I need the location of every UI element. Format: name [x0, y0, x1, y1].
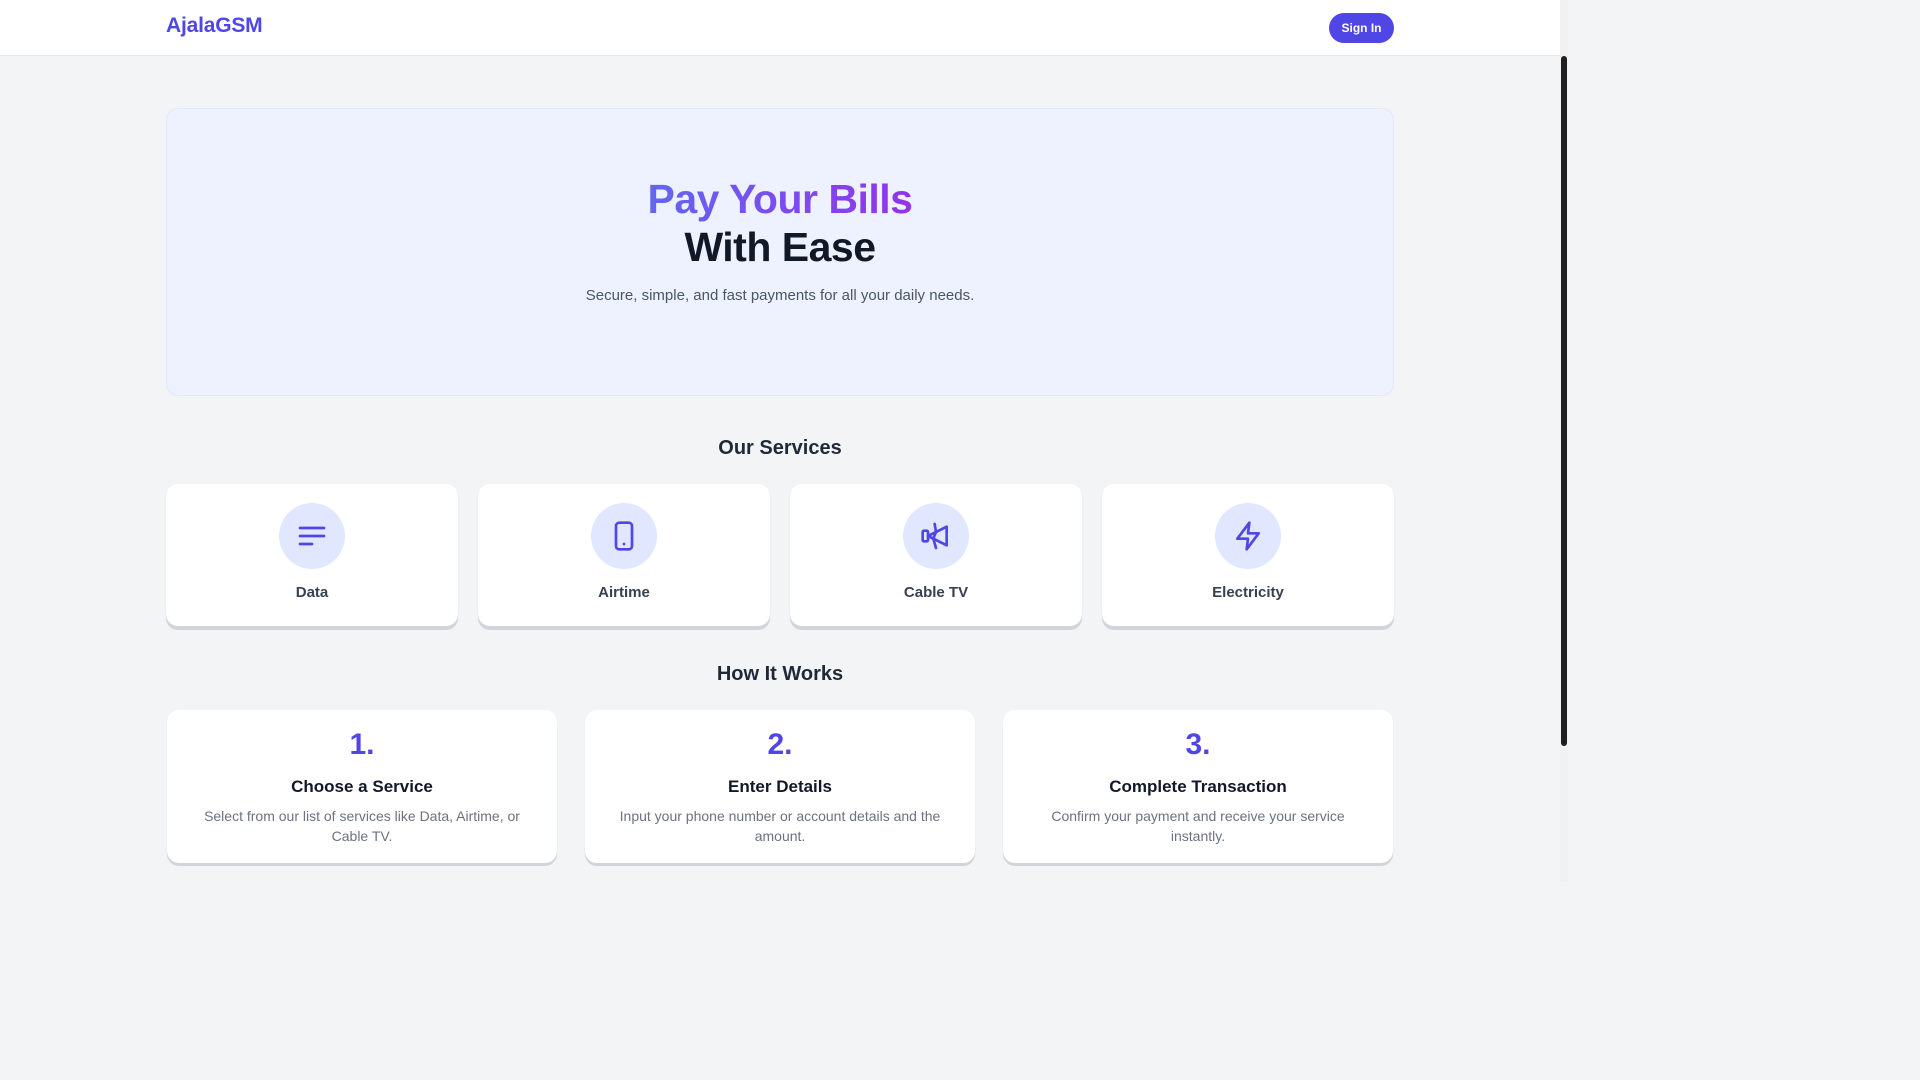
cable-tv-icon — [921, 522, 948, 550]
menu-lines-icon — [298, 526, 326, 546]
hero-title: With Ease — [684, 224, 876, 270]
step-title: Enter Details — [728, 777, 832, 796]
how-it-works-heading: How It Works — [716, 663, 844, 685]
hero-banner: Pay Your Bills With Ease Secure, simple,… — [166, 108, 1394, 396]
step-number: 3. — [1185, 728, 1211, 761]
service-label: Data — [295, 584, 329, 601]
service-icon-circle — [1215, 503, 1281, 569]
step-description: Confirm your payment and receive your se… — [1051, 808, 1345, 844]
hero-subtitle: Secure, simple, and fast payments for al… — [585, 287, 975, 304]
hero-title-highlight: Pay Your Bills — [167, 175, 1393, 223]
service-label: Cable TV — [903, 584, 969, 601]
site-logo[interactable]: AjalaGSM — [166, 14, 263, 38]
step-description: Input your phone number or account detai… — [619, 808, 941, 844]
service-icon-circle — [279, 503, 345, 569]
service-label: Electricity — [1212, 584, 1284, 601]
service-card-cable-tv[interactable]: Cable TV — [790, 484, 1082, 626]
smartphone-icon — [614, 521, 634, 551]
hero-title-gradient-text: Pay Your Bills — [647, 176, 913, 222]
step-title: Complete Transaction — [1109, 777, 1287, 796]
service-card-data[interactable]: Data — [166, 484, 458, 626]
service-card-electricity[interactable]: Electricity — [1102, 484, 1394, 626]
step-number: 1. — [349, 728, 375, 761]
services-heading: Our Services — [718, 437, 842, 459]
top-navbar: AjalaGSM Sign In — [0, 0, 1560, 56]
step-card-1: 1. Choose a Service Select from our list… — [167, 710, 557, 863]
service-icon-circle — [903, 503, 969, 569]
step-card-3: 3. Complete Transaction Confirm your pay… — [1003, 710, 1393, 863]
scrollbar-thumb[interactable] — [1561, 56, 1567, 746]
lightning-bolt-icon — [1236, 521, 1260, 551]
step-card-2: 2. Enter Details Input your phone number… — [585, 710, 975, 863]
step-number: 2. — [767, 728, 793, 761]
step-description: Select from our list of services like Da… — [204, 808, 520, 844]
sign-in-button[interactable]: Sign In — [1329, 13, 1394, 43]
step-title: Choose a Service — [291, 777, 433, 796]
service-icon-circle — [591, 503, 657, 569]
service-card-airtime[interactable]: Airtime — [478, 484, 770, 626]
service-label: Airtime — [598, 584, 650, 601]
